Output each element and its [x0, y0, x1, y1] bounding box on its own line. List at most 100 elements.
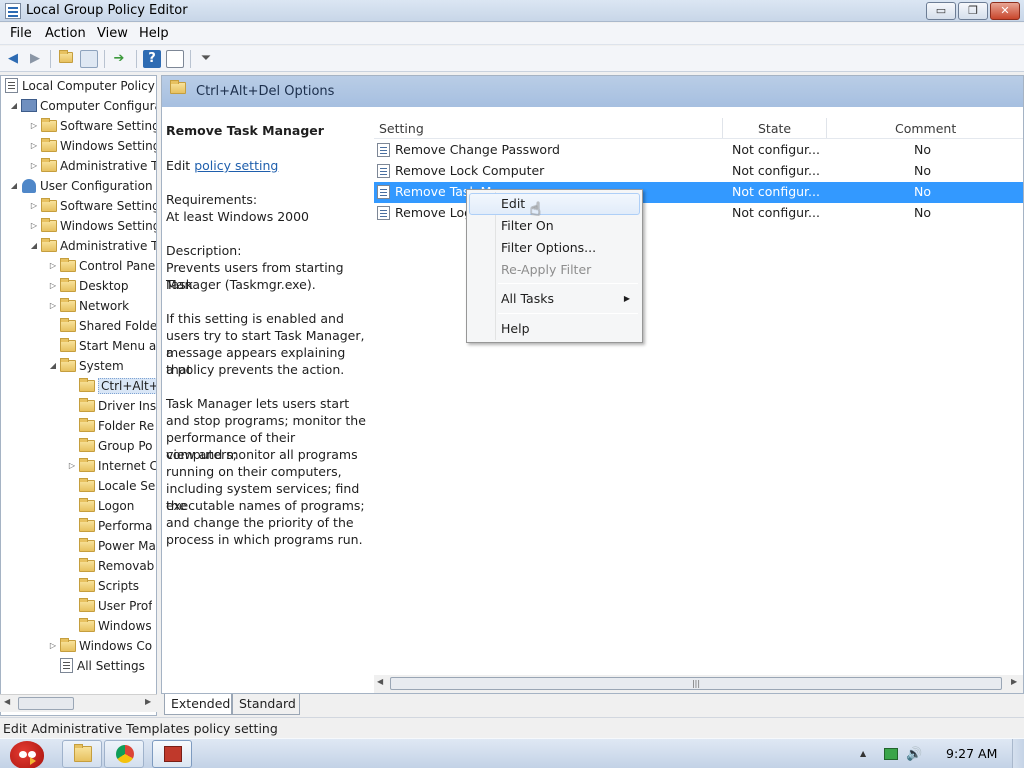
- tree-item-windows-settings[interactable]: ▷ Windows Setting: [29, 136, 156, 156]
- tree-item-windows[interactable]: Windows: [67, 616, 152, 636]
- scroll-right-icon[interactable]: ▶: [145, 697, 151, 706]
- main-window: Local Group Policy Editor ▭ ❐ ✕ File Act…: [0, 0, 1024, 738]
- toolbar-separator: [50, 50, 51, 68]
- scroll-thumb[interactable]: [18, 697, 74, 710]
- tree-item-windows-components[interactable]: ▷ Windows Co: [48, 636, 152, 656]
- scroll-thumb[interactable]: |||: [390, 677, 1002, 690]
- tree-item-internet-communication[interactable]: ▷ Internet C: [67, 456, 156, 476]
- menu-view[interactable]: View: [97, 26, 128, 41]
- tree-item-user-administrative-templates[interactable]: ◢ Administrative Te: [29, 236, 156, 256]
- show-desktop-button[interactable]: [1012, 739, 1024, 768]
- expand-arrow-icon[interactable]: ▷: [48, 296, 58, 316]
- policy-setting-icon: [377, 185, 390, 199]
- tree-item-logon[interactable]: Logon: [67, 496, 134, 516]
- folder-icon: [60, 638, 76, 652]
- maximize-button[interactable]: ❐: [958, 2, 988, 20]
- scroll-left-icon[interactable]: ◀: [4, 697, 10, 706]
- menu-action[interactable]: Action: [45, 26, 86, 41]
- taskbar-gpedit-button[interactable]: [152, 740, 192, 768]
- column-header-comment[interactable]: Comment: [895, 121, 956, 136]
- tree-item-power-management[interactable]: Power Ma: [67, 536, 156, 556]
- column-header-state[interactable]: State: [758, 121, 791, 136]
- expand-arrow-icon[interactable]: ▷: [29, 196, 39, 216]
- menu-item-edit[interactable]: Edit: [469, 193, 640, 215]
- expand-arrow-icon[interactable]: ▷: [29, 136, 39, 156]
- expand-arrow-icon[interactable]: ▷: [29, 116, 39, 136]
- tree-item-computer-configuration[interactable]: ◢ Computer Configura: [9, 96, 156, 116]
- tree-item-driver-installation[interactable]: Driver Ins: [67, 396, 156, 416]
- tree-item-ctrl-alt-del-options[interactable]: Ctrl+Alt+D: [67, 376, 156, 396]
- expand-arrow-icon[interactable]: ▷: [29, 216, 39, 236]
- help-icon[interactable]: ?: [143, 50, 161, 68]
- tree-item-scripts[interactable]: Scripts: [67, 576, 139, 596]
- collapse-arrow-icon[interactable]: ◢: [9, 96, 19, 116]
- tab-extended[interactable]: Extended: [164, 694, 232, 715]
- scroll-left-icon[interactable]: ◀: [377, 677, 383, 686]
- tree-item-user-windows-settings[interactable]: ▷ Windows Setting: [29, 216, 156, 236]
- expand-arrow-icon[interactable]: ▷: [48, 636, 58, 656]
- expand-arrow-icon[interactable]: ▷: [29, 156, 39, 176]
- tree-item-user-software-settings[interactable]: ▷ Software Setting: [29, 196, 156, 216]
- collapse-arrow-icon[interactable]: ◢: [9, 176, 19, 196]
- export-list-icon[interactable]: ➔: [110, 50, 128, 68]
- tab-standard[interactable]: Standard: [232, 694, 300, 715]
- filter-icon[interactable]: ⏷: [197, 50, 215, 68]
- tree-item-system[interactable]: ◢ System: [48, 356, 124, 376]
- collapse-arrow-icon[interactable]: ◢: [48, 356, 58, 376]
- tree-item-user-configuration[interactable]: ◢ User Configuration: [9, 176, 153, 196]
- tree-item-start-menu[interactable]: Start Menu ar: [48, 336, 156, 356]
- tree-item-user-profiles[interactable]: User Prof: [67, 596, 152, 616]
- expand-arrow-icon[interactable]: ▷: [48, 276, 58, 296]
- tree-item-local-computer-policy[interactable]: Local Computer Policy: [3, 76, 155, 96]
- tree-item-desktop[interactable]: ▷ Desktop: [48, 276, 129, 296]
- collapse-arrow-icon[interactable]: ◢: [29, 236, 39, 256]
- table-row[interactable]: Remove Change Password Not configur... N…: [374, 140, 1023, 161]
- policy-setting-link[interactable]: policy setting: [194, 158, 278, 173]
- scroll-right-icon[interactable]: ▶: [1011, 677, 1017, 686]
- properties-icon[interactable]: [166, 50, 184, 68]
- menu-help[interactable]: Help: [139, 26, 169, 41]
- tree-item-network[interactable]: ▷ Network: [48, 296, 129, 316]
- menu-item-filter-on[interactable]: Filter On: [469, 215, 640, 237]
- volume-icon[interactable]: 🔊: [906, 747, 922, 762]
- tree-horizontal-scrollbar[interactable]: ◀ ▶: [0, 694, 157, 712]
- taskbar-chrome-button[interactable]: [104, 740, 144, 768]
- minimize-button[interactable]: ▭: [926, 2, 956, 20]
- menu-item-filter-options[interactable]: Filter Options...: [469, 237, 640, 259]
- menu-item-help[interactable]: Help: [469, 318, 640, 340]
- tree-item-administrative-templates[interactable]: ▷ Administrative Te: [29, 156, 156, 176]
- folder-icon: [79, 498, 95, 512]
- tree-item-group-policy[interactable]: Group Po: [67, 436, 153, 456]
- menu-file[interactable]: File: [10, 26, 32, 41]
- table-row[interactable]: Remove Lock Computer Not configur... No: [374, 161, 1023, 182]
- tree-item-shared-folders[interactable]: Shared Folde: [48, 316, 156, 336]
- show-hidden-icons-icon[interactable]: ▲: [860, 749, 866, 758]
- folder-icon: [60, 338, 76, 352]
- show-hide-tree-icon[interactable]: [80, 50, 98, 68]
- menu-item-all-tasks[interactable]: All Tasks ▶: [469, 288, 640, 310]
- tree-item-removable-storage[interactable]: Removab: [67, 556, 154, 576]
- forward-icon[interactable]: ▶: [26, 50, 44, 68]
- close-button[interactable]: ✕: [990, 2, 1020, 20]
- clock[interactable]: 9:27 AM: [946, 746, 997, 761]
- tree-item-all-settings[interactable]: All Settings: [48, 656, 145, 676]
- user-icon: [22, 179, 36, 193]
- up-folder-icon[interactable]: [57, 50, 75, 68]
- network-icon[interactable]: [884, 748, 898, 760]
- angry-bird-icon: [10, 741, 44, 768]
- expand-arrow-icon[interactable]: ▷: [48, 256, 58, 276]
- tree-item-software-settings[interactable]: ▷ Software Setting: [29, 116, 156, 136]
- start-button[interactable]: [2, 739, 50, 768]
- tree-item-locale-services[interactable]: Locale Se: [67, 476, 155, 496]
- tree-item-performance[interactable]: Performa: [67, 516, 152, 536]
- toolbar-separator: [190, 50, 191, 68]
- expand-arrow-icon[interactable]: ▷: [67, 456, 77, 476]
- folder-icon: [41, 138, 57, 152]
- mouse-cursor-icon: ☝: [530, 199, 541, 220]
- taskbar-explorer-button[interactable]: [62, 740, 102, 768]
- tree-item-control-panel[interactable]: ▷ Control Pane: [48, 256, 155, 276]
- column-header-setting[interactable]: Setting: [379, 121, 424, 136]
- tree-item-folder-redirection[interactable]: Folder Re: [67, 416, 154, 436]
- back-icon[interactable]: ◀: [4, 50, 22, 68]
- list-horizontal-scrollbar[interactable]: ◀ ||| ▶: [374, 675, 1023, 693]
